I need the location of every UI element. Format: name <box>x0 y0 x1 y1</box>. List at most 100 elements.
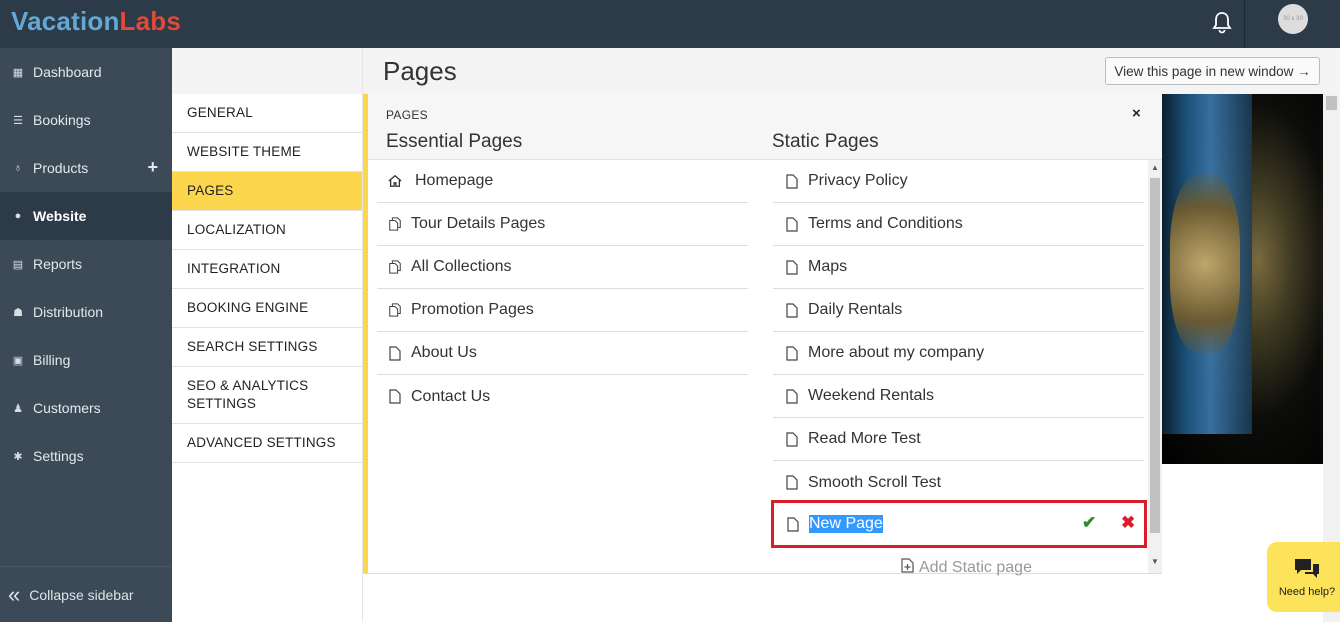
page-label: Promotion Pages <box>411 301 534 318</box>
sidebar-item-billing[interactable]: ▣ Billing <box>0 336 172 384</box>
files-icon <box>388 302 402 318</box>
coral-rock <box>1170 174 1240 354</box>
add-product-icon[interactable]: + <box>147 157 158 178</box>
essential-page-all-collections[interactable]: All Collections <box>377 246 748 289</box>
submenu-item-booking-engine[interactable]: BOOKING ENGINE <box>172 289 362 328</box>
panel-label: PAGES <box>386 108 428 122</box>
sidebar-item-label: Distribution <box>33 304 104 320</box>
static-page-terms[interactable]: Terms and Conditions <box>773 203 1144 246</box>
sidebar-item-bookings[interactable]: ☰ Bookings <box>0 96 172 144</box>
sidebar-item-label: Bookings <box>33 112 91 128</box>
collapse-sidebar-label: Collapse sidebar <box>29 586 134 603</box>
page-label: Weekend Rentals <box>808 387 934 404</box>
page-label: Maps <box>808 258 848 275</box>
file-icon <box>785 345 799 361</box>
page-label: About Us <box>411 344 477 361</box>
submenu-item-search-settings[interactable]: SEARCH SETTINGS <box>172 328 362 367</box>
view-in-new-window-button[interactable]: View this page in new window → <box>1105 57 1320 85</box>
user-icon: ♟ <box>13 402 23 415</box>
static-pages-title: Static Pages <box>772 131 879 152</box>
chat-bubbles-icon <box>1293 557 1321 582</box>
file-icon <box>785 431 799 447</box>
calendar-icon: ▦ <box>12 66 24 79</box>
sidebar-item-label: Products <box>33 160 89 176</box>
page-label: Terms and Conditions <box>808 215 963 232</box>
page-label: Smooth Scroll Test <box>808 473 942 491</box>
sidebar-item-distribution[interactable]: ☗ Distribution <box>0 288 172 336</box>
essential-page-tour-details[interactable]: Tour Details Pages <box>377 203 748 246</box>
file-icon <box>786 516 800 532</box>
essential-page-homepage[interactable]: Homepage <box>377 160 748 203</box>
static-page-maps[interactable]: Maps <box>773 246 1144 289</box>
main-sidebar: ▦ Dashboard ☰ Bookings ♁ Products + ● Websit… <box>0 48 172 622</box>
file-icon <box>785 302 799 318</box>
website-settings-menu: GENERAL WEBSITE THEME PAGES LOCALIZATION… <box>172 48 363 622</box>
submenu-item-integration[interactable]: INTEGRATION <box>172 250 362 289</box>
static-page-smooth-scroll-test[interactable]: Smooth Scroll Test <box>773 461 1144 504</box>
static-page-weekend-rentals[interactable]: Weekend Rentals <box>773 375 1144 418</box>
cancel-cross-icon[interactable]: ✖ <box>1121 513 1135 533</box>
bell-icon[interactable] <box>1211 11 1233 35</box>
money-icon: ▣ <box>12 354 24 367</box>
static-page-more-about[interactable]: More about my company <box>773 332 1144 375</box>
sidebar-item-label: Settings <box>33 448 84 464</box>
essential-pages-title: Essential Pages <box>386 131 523 152</box>
confirm-check-icon[interactable]: ✔ <box>1082 513 1096 533</box>
page-label: Read More Test <box>808 430 921 447</box>
files-icon <box>388 216 402 232</box>
new-page-name-input[interactable]: New Page <box>809 515 883 533</box>
collapse-sidebar-button[interactable]: « Collapse sidebar <box>0 566 172 622</box>
sidebar-item-website[interactable]: ● Website <box>0 192 172 240</box>
essential-page-promotion-pages[interactable]: Promotion Pages <box>377 289 748 332</box>
file-icon <box>785 259 799 275</box>
essential-page-contact-us[interactable]: Contact Us <box>377 375 748 418</box>
avatar[interactable]: 30 x 30 <box>1278 4 1308 34</box>
sidebar-item-products[interactable]: ♁ Products + <box>0 144 172 192</box>
submenu-item-pages[interactable]: PAGES <box>172 172 362 211</box>
pages-panel-header: PAGES × Essential Pages Static Pages <box>368 94 1162 160</box>
scroll-down-arrow-icon[interactable]: ▼ <box>1151 557 1159 566</box>
logo[interactable]: VacationLabs <box>11 6 181 37</box>
sidebar-item-label: Billing <box>33 352 71 368</box>
essential-page-about-us[interactable]: About Us <box>377 332 748 375</box>
static-page-read-more-test[interactable]: Read More Test <box>773 418 1144 461</box>
panel-scrollbar-thumb[interactable] <box>1150 178 1160 533</box>
need-help-label: Need help? <box>1278 585 1336 598</box>
sidebar-item-label: Dashboard <box>33 64 102 80</box>
double-chevron-left-icon: « <box>8 581 21 607</box>
gear-icon: ✱ <box>13 450 23 463</box>
submenu-item-general[interactable]: GENERAL <box>172 94 362 133</box>
sidebar-item-reports[interactable]: ▤ Reports <box>0 240 172 288</box>
users-icon: ☗ <box>13 306 23 319</box>
top-bar: VacationLabs 30 x 30 <box>0 0 1340 48</box>
close-icon[interactable]: × <box>1132 105 1141 122</box>
files-icon <box>388 259 402 275</box>
submenu-item-seo-analytics[interactable]: SEO & ANALYTICS SETTINGS <box>172 367 362 424</box>
submenu-item-advanced-settings[interactable]: ADVANCED SETTINGS <box>172 424 362 463</box>
page-label: Daily Rentals <box>808 301 903 318</box>
submenu-item-localization[interactable]: LOCALIZATION <box>172 211 362 250</box>
sidebar-item-label: Customers <box>33 400 101 416</box>
sidebar-item-dashboard[interactable]: ▦ Dashboard <box>0 48 172 96</box>
sidebar-item-settings[interactable]: ✱ Settings <box>0 432 172 480</box>
need-help-widget[interactable]: Need help? <box>1267 542 1340 612</box>
lightbulb-icon: ♁ <box>13 162 23 174</box>
add-file-icon <box>901 558 915 578</box>
sidebar-item-label: Reports <box>33 256 83 272</box>
add-static-page-button[interactable]: Add Static page <box>901 558 1032 578</box>
globe-icon: ● <box>14 210 22 222</box>
file-icon <box>388 389 402 404</box>
file-icon <box>785 388 799 404</box>
page-title: Pages <box>383 56 457 86</box>
page-scrollbar-thumb[interactable] <box>1326 96 1337 110</box>
page-label: Contact Us <box>411 387 491 405</box>
panel-scrollbar[interactable]: ▲ ▼ <box>1148 160 1162 573</box>
new-page-edit-row: New Page ✔ ✖ <box>771 500 1147 548</box>
sidebar-item-customers[interactable]: ♟ Customers <box>0 384 172 432</box>
submenu-item-website-theme[interactable]: WEBSITE THEME <box>172 133 362 172</box>
pages-panel: PAGES × Essential Pages Static Pages Hom… <box>363 94 1162 576</box>
static-page-daily-rentals[interactable]: Daily Rentals <box>773 289 1144 332</box>
page-label: Homepage <box>415 172 494 189</box>
scroll-up-arrow-icon[interactable]: ▲ <box>1151 163 1159 172</box>
static-page-privacy-policy[interactable]: Privacy Policy <box>773 160 1144 203</box>
